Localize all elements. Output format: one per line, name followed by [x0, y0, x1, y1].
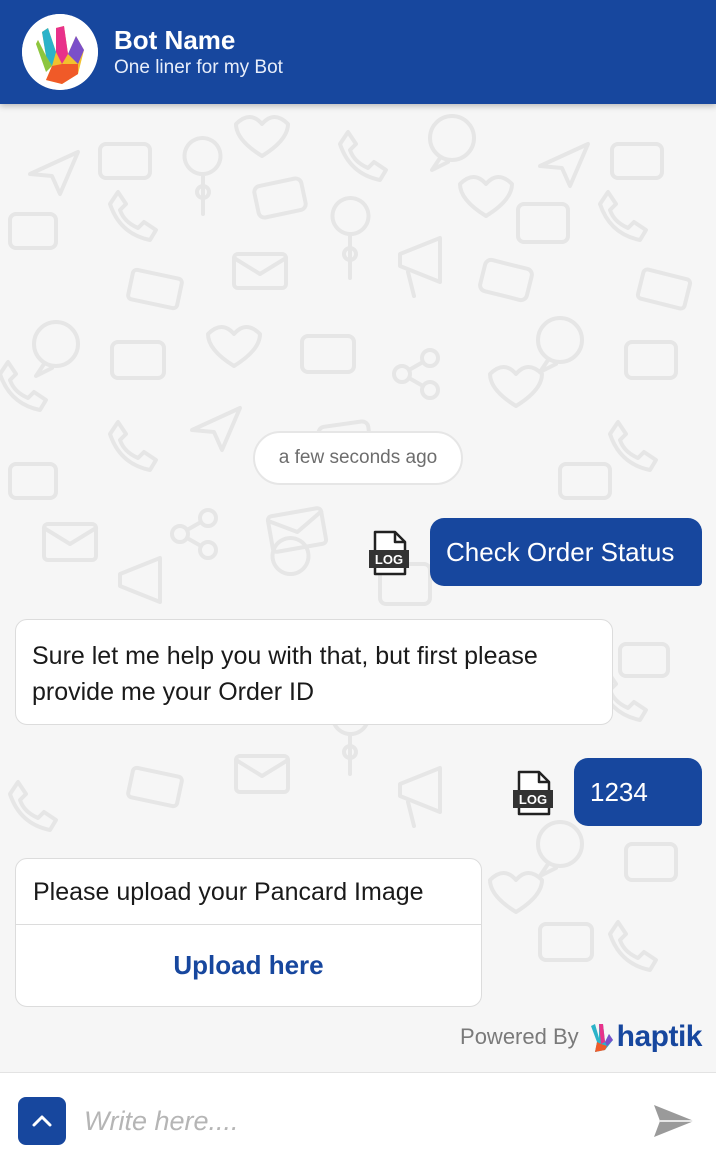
log-icon-label: LOG [519, 792, 547, 807]
send-icon [654, 1105, 694, 1137]
bot-name: Bot Name [114, 24, 236, 55]
bot-message-text: Sure let me help you with that, but firs… [32, 642, 538, 706]
quick-menu-button[interactable] [18, 1097, 66, 1145]
upload-here-button[interactable]: Upload here [16, 925, 481, 1005]
log-icon-label: LOG [375, 552, 403, 567]
user-message-bubble: 1234 [574, 758, 702, 826]
powered-by-label: Powered By [460, 1024, 579, 1049]
user-message-text: Check Order Status [446, 536, 675, 567]
haptik-hand-logo-icon [22, 14, 98, 90]
bot-avatar [22, 14, 98, 90]
chat-area[interactable]: a few seconds ago LOG Check Order Status… [0, 104, 716, 1072]
haptik-hand-icon [590, 1024, 613, 1052]
timestamp-pill: a few seconds ago [253, 431, 463, 485]
chat-header: Bot Name One liner for my Bot [0, 0, 716, 104]
message-composer [0, 1072, 716, 1168]
message-input[interactable] [84, 1097, 624, 1145]
chevron-up-icon [32, 1115, 52, 1127]
user-message-bubble: Check Order Status [430, 518, 702, 586]
upload-card: Please upload your Pancard Image Upload … [15, 858, 482, 1007]
bot-message-bubble: Sure let me help you with that, but firs… [15, 619, 613, 725]
bot-subtitle: One liner for my Bot [114, 56, 283, 78]
upload-card-text: Please upload your Pancard Image [16, 859, 481, 925]
user-message-text: 1234 [590, 776, 648, 807]
haptik-brand[interactable]: haptik [587, 1020, 703, 1054]
powered-by: Powered By haptik [460, 1020, 702, 1054]
log-file-icon[interactable]: LOG [367, 530, 411, 576]
log-file-icon[interactable]: LOG [511, 770, 555, 816]
haptik-brand-text: haptik [616, 1020, 703, 1053]
send-button[interactable] [650, 1099, 698, 1143]
